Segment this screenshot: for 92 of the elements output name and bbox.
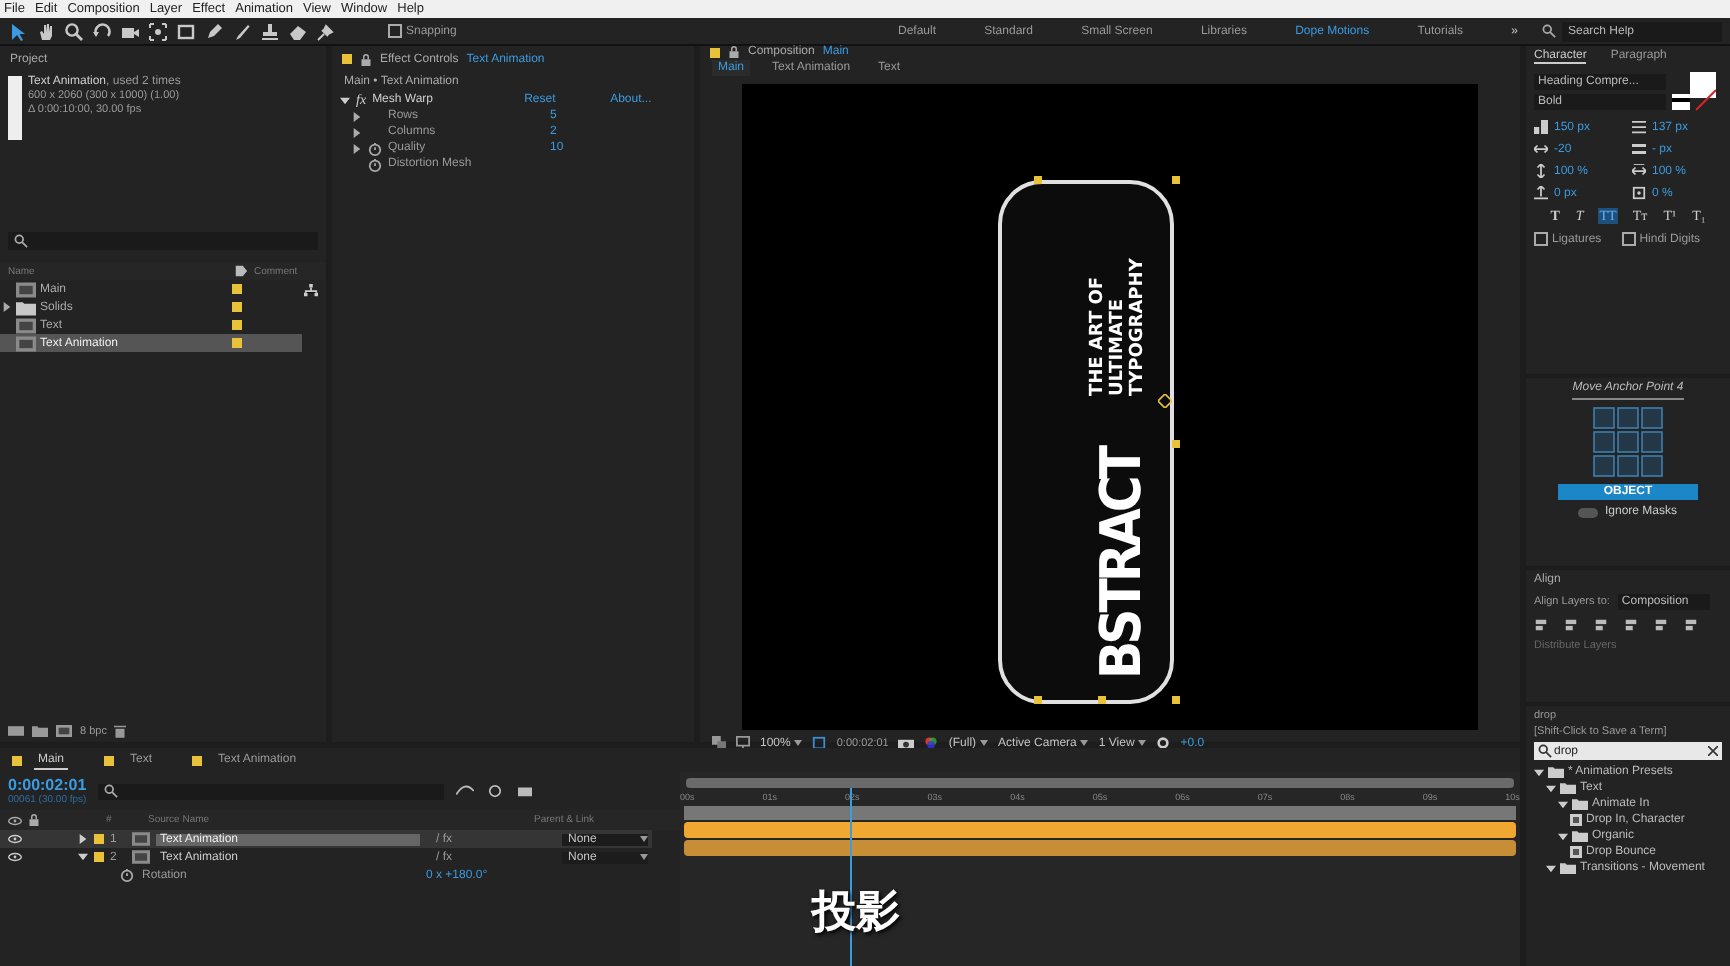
align-icon[interactable] bbox=[1534, 618, 1548, 632]
artwork-title: BSTRACT bbox=[1092, 445, 1152, 684]
current-time[interactable]: 0:00:02:01 bbox=[8, 776, 87, 794]
folder-icon[interactable] bbox=[32, 724, 48, 738]
font-size-icon bbox=[1534, 120, 1548, 134]
arrow-icon[interactable] bbox=[8, 21, 28, 41]
label-swatch[interactable] bbox=[232, 320, 242, 330]
folder-icon bbox=[1560, 862, 1576, 874]
preset-icon bbox=[1570, 846, 1582, 858]
project-search-field[interactable] bbox=[8, 232, 318, 250]
label-swatch bbox=[710, 47, 720, 57]
selection-handle[interactable] bbox=[1172, 176, 1180, 184]
stamp-icon[interactable] bbox=[260, 21, 280, 41]
vertical-scale-icon bbox=[1534, 164, 1548, 178]
lock-icon[interactable] bbox=[728, 46, 740, 58]
folder-icon bbox=[1572, 830, 1588, 842]
motion-blur-icon[interactable] bbox=[516, 784, 535, 798]
visibility-icon bbox=[8, 815, 22, 825]
selection-handle[interactable] bbox=[1034, 696, 1042, 704]
label-swatch[interactable] bbox=[94, 852, 104, 862]
anchor-point-icon[interactable] bbox=[1158, 394, 1172, 408]
artwork-subtitle: TYPOGRAPHY bbox=[1128, 256, 1148, 396]
label-swatch bbox=[192, 755, 203, 765]
flowchart-icon[interactable] bbox=[304, 284, 318, 298]
color-channels-icon[interactable] bbox=[924, 736, 939, 750]
align-icon[interactable] bbox=[1684, 618, 1698, 632]
selection-handle[interactable] bbox=[1172, 696, 1180, 704]
layer-search-field[interactable] bbox=[98, 783, 445, 799]
folder-icon bbox=[16, 299, 36, 315]
label-swatch bbox=[12, 755, 22, 765]
stopwatch-icon[interactable] bbox=[368, 141, 382, 155]
label-swatch bbox=[104, 755, 115, 765]
visibility-icon[interactable] bbox=[8, 852, 22, 862]
color-swatches-icon[interactable] bbox=[1672, 72, 1716, 112]
search-icon bbox=[1542, 24, 1556, 38]
visibility-icon[interactable] bbox=[8, 834, 22, 844]
stopwatch-icon[interactable] bbox=[368, 157, 382, 171]
stroke-width-icon bbox=[1632, 142, 1646, 156]
twirl-icon[interactable] bbox=[1546, 863, 1556, 873]
artwork-subtitle: ULTIMATE bbox=[1108, 296, 1128, 396]
tracking-icon bbox=[1534, 142, 1548, 156]
graph-editor-icon[interactable] bbox=[456, 784, 475, 798]
trash-icon[interactable] bbox=[114, 724, 127, 738]
lock-icon[interactable] bbox=[360, 53, 372, 65]
twirl-icon[interactable] bbox=[1558, 831, 1568, 841]
label-swatch[interactable] bbox=[232, 338, 242, 348]
rectangle-icon[interactable] bbox=[176, 21, 196, 41]
twirl-icon[interactable] bbox=[78, 852, 88, 862]
label-swatch bbox=[342, 54, 352, 64]
search-icon bbox=[14, 234, 28, 248]
horizontal-scale-icon bbox=[1632, 164, 1646, 178]
selection-handle[interactable] bbox=[1098, 696, 1106, 704]
leading-icon bbox=[1632, 120, 1646, 134]
draft-3d-icon[interactable] bbox=[486, 784, 505, 798]
search-icon bbox=[104, 784, 119, 798]
anchor-grid-drawing[interactable] bbox=[1592, 406, 1664, 478]
twirl-icon[interactable] bbox=[2, 302, 12, 312]
new-composition-icon[interactable] bbox=[56, 724, 72, 738]
thumbnail-placeholder bbox=[8, 76, 22, 140]
baseline-shift-icon bbox=[1534, 186, 1548, 200]
label-swatch[interactable] bbox=[232, 284, 242, 294]
interpret-footage-icon[interactable] bbox=[8, 724, 24, 738]
artwork-subtitle: THE ART OF bbox=[1088, 274, 1108, 396]
settings-icon[interactable] bbox=[1156, 736, 1171, 750]
search-icon bbox=[1538, 744, 1552, 758]
label-swatch[interactable] bbox=[94, 834, 104, 844]
selection-handle[interactable] bbox=[1034, 176, 1042, 184]
twirl-icon[interactable] bbox=[352, 111, 362, 121]
region-of-interest-icon[interactable] bbox=[812, 736, 827, 750]
close-icon[interactable] bbox=[1708, 746, 1718, 756]
align-icon[interactable] bbox=[1624, 618, 1638, 632]
twirl-icon[interactable] bbox=[1534, 767, 1544, 777]
zoom-icon[interactable] bbox=[64, 21, 84, 41]
align-icon[interactable] bbox=[1594, 618, 1608, 632]
hand-icon[interactable] bbox=[36, 21, 56, 41]
twirl-icon[interactable] bbox=[340, 95, 350, 105]
stopwatch-icon[interactable] bbox=[120, 868, 134, 882]
lock-icon bbox=[28, 814, 40, 826]
twirl-icon[interactable] bbox=[352, 143, 362, 153]
twirl-icon[interactable] bbox=[352, 127, 362, 137]
twirl-icon[interactable] bbox=[1558, 799, 1568, 809]
tsume-icon bbox=[1632, 186, 1646, 200]
preset-icon bbox=[1570, 814, 1582, 826]
selection-handle[interactable] bbox=[1172, 440, 1180, 448]
align-icon[interactable] bbox=[1564, 618, 1578, 632]
rotate-icon[interactable] bbox=[92, 21, 112, 41]
label-tag-icon bbox=[234, 264, 248, 278]
twirl-icon[interactable] bbox=[1546, 783, 1556, 793]
twirl-icon[interactable] bbox=[78, 834, 88, 844]
label-swatch[interactable] bbox=[232, 302, 242, 312]
align-icon[interactable] bbox=[1654, 618, 1668, 632]
pin-icon[interactable] bbox=[316, 21, 336, 41]
